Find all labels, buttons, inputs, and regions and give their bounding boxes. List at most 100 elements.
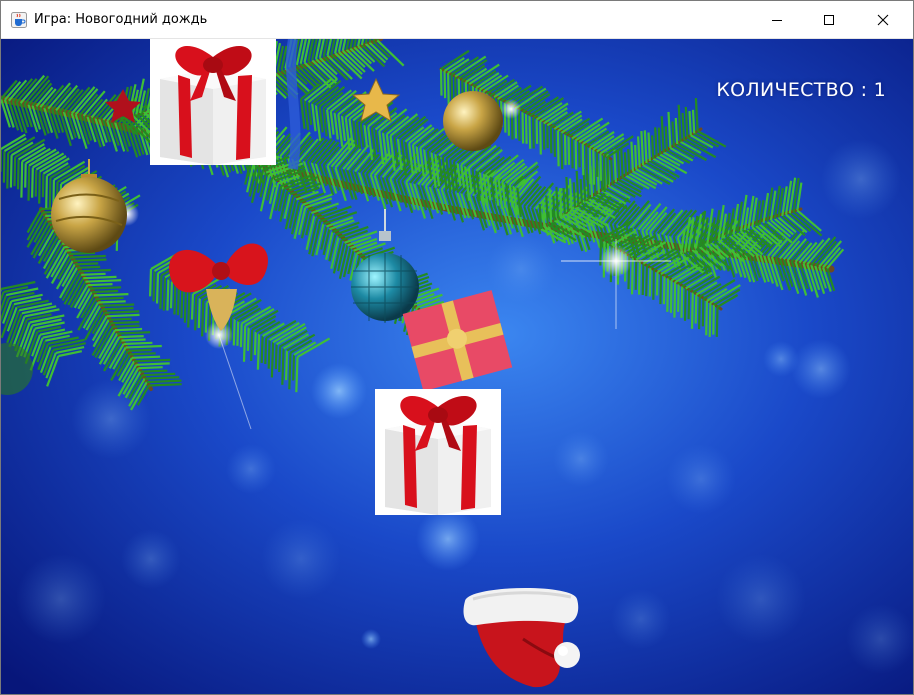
pine-needle [654,127,658,157]
pine-needle [45,175,48,209]
close-button[interactable] [857,1,909,38]
pine-needle [595,151,599,177]
pine-needle [74,262,99,266]
pine-needle [264,338,268,365]
pine-needle [602,155,606,193]
pine-needle [691,109,696,134]
pine-needle [715,306,719,337]
pine-needle [545,195,549,225]
pine-needle [148,383,182,387]
santa-hat-player[interactable] [463,579,583,689]
pine-needle [556,130,560,167]
pine-needle [630,141,634,172]
pine-needle [87,283,113,287]
pine-needle [138,366,163,370]
pine-needle [9,155,13,188]
pine-needle [567,136,571,165]
pine-needle [93,293,129,297]
pine-needle [239,323,243,348]
pine-needle [20,161,24,198]
pine-needle [24,163,27,188]
minimize-button[interactable] [751,1,803,38]
pine-needle [292,354,296,381]
falling-gift [375,389,501,515]
pine-needle [712,304,715,335]
pine-needle [114,327,143,332]
pine-needle [630,257,634,295]
pine-needle [532,117,535,149]
pine-needle [104,310,140,314]
score-counter: КОЛИЧЕСТВО : 1 [716,79,886,101]
pine-needle [91,289,119,294]
pine-needle [447,72,450,105]
pine-needle [610,159,614,185]
pine-needle [553,128,556,157]
pine-needle [108,317,132,321]
pine-needle [204,302,208,333]
pine-needle [539,121,542,155]
game-canvas[interactable]: КОЛИЧЕСТВО : 1 [1,39,913,694]
pine-needle [278,346,282,373]
pine-needle [563,134,567,166]
pine-needle [671,121,675,147]
pine-needle [95,296,124,301]
pine-needle [242,325,247,362]
pine-needle [651,135,655,159]
pine-needle [708,302,712,338]
pine-needle [100,303,135,307]
christmas-background [1,39,913,694]
pine-needle [183,289,187,323]
pine-needle [159,275,163,310]
pine-needle [72,258,107,262]
pine-needle [246,327,250,351]
pine-needle [152,271,156,302]
pine-needle [70,254,106,259]
pine-needle [41,173,45,198]
title-bar[interactable]: Игра: Новогодний дождь [1,1,913,39]
pine-needle [83,275,117,280]
pine-needle [2,151,6,183]
pine-needle [687,290,691,320]
pine-needle [535,119,539,144]
pine-needle [443,70,447,99]
pine-needle [677,284,680,312]
pine-needle [701,298,705,327]
pine-needle [698,296,701,330]
pine-needle [31,167,34,198]
pine-needle [592,149,596,185]
pine-needle [666,278,670,312]
pine-needle [645,265,648,297]
pine-needle [194,296,198,331]
maximize-button[interactable] [803,1,855,38]
pine-needle [669,280,673,313]
pine-needle [270,342,275,378]
pine-needle [288,352,292,390]
pine-needle [578,142,581,168]
pine-needle [27,165,31,201]
pine-needle [102,307,134,311]
pine-needle [634,144,638,170]
pine-needle [125,344,162,349]
pine-needle [664,126,669,151]
pine-needle [166,279,170,311]
gift-box-icon [375,389,501,515]
pine-needle [623,152,628,176]
pine-needle [690,292,694,329]
pine-needle [190,294,194,320]
pine-needle [13,157,17,187]
pine-needle [162,277,167,311]
pine-needle [542,200,546,227]
pine-needle [79,268,111,273]
pine-needle [528,115,532,149]
pine-needle [599,153,602,181]
pine-needle [142,372,176,377]
pine-needle [627,148,631,174]
pine-needle [558,188,563,217]
falling-gift [150,39,276,165]
pine-needle [562,187,566,215]
pine-needle [85,279,122,283]
pine-needle [173,283,177,315]
pine-needle [16,159,20,190]
pine-needle [285,350,289,381]
pine-needle [232,319,236,346]
